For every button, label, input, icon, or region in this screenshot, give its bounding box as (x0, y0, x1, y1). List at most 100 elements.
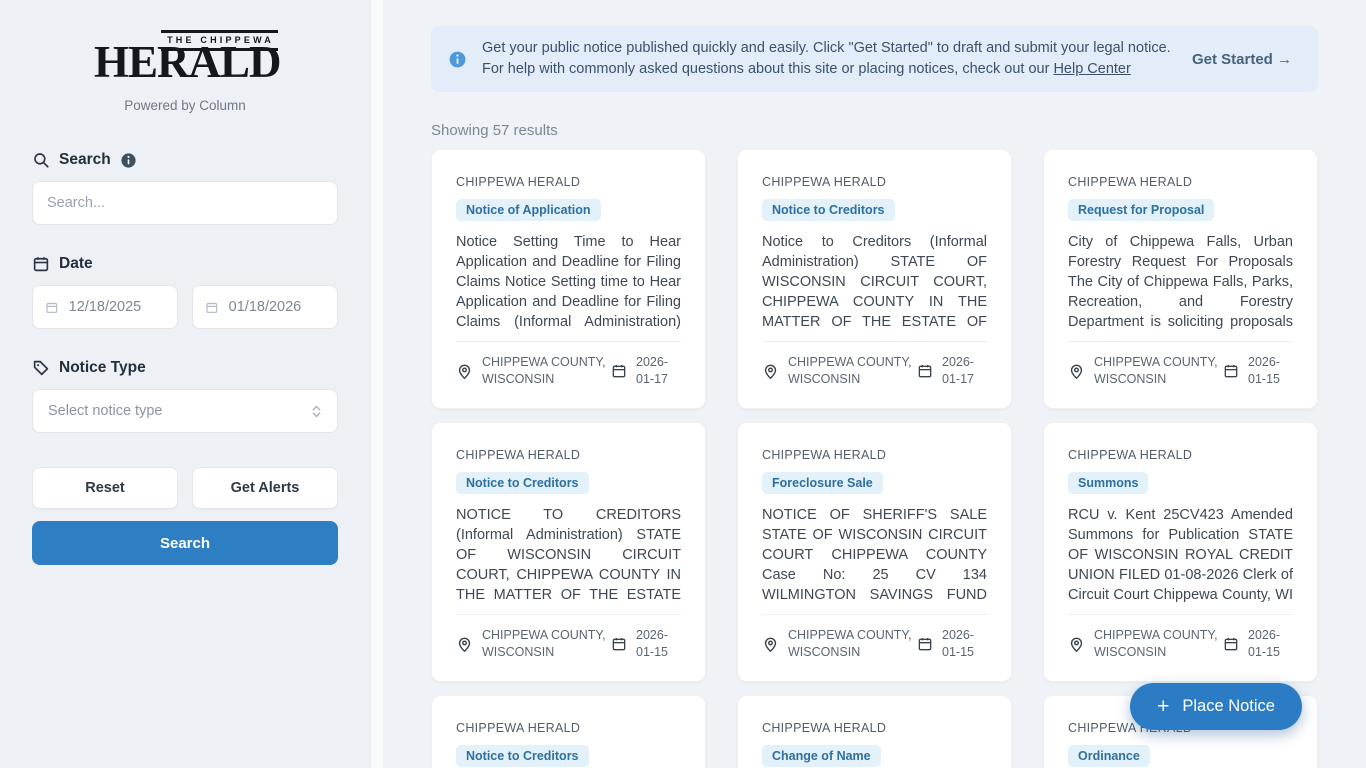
publication-name: CHIPPEWA HERALD (456, 175, 681, 189)
notice-type-select[interactable]: Select notice type (32, 389, 338, 433)
publication-name: CHIPPEWA HERALD (1068, 175, 1293, 189)
notice-location: CHIPPEWA COUNTY, WISCONSIN (456, 354, 611, 388)
location-pin-icon (456, 636, 473, 653)
publication-name: CHIPPEWA HERALD (456, 721, 681, 735)
calendar-icon (917, 363, 933, 379)
search-label: Search (59, 151, 111, 169)
newspaper-logo: THE CHIPPEWA HERALD (94, 30, 276, 85)
start-date-input[interactable] (69, 299, 165, 315)
calendar-icon (32, 255, 50, 273)
location-pin-icon (1068, 363, 1085, 380)
card-footer: CHIPPEWA COUNTY, WISCONSIN 2026-01-15 (456, 614, 681, 661)
get-alerts-button[interactable]: Get Alerts (192, 467, 338, 509)
date-range-row (32, 285, 338, 329)
get-started-link[interactable]: Get Started → (1192, 51, 1292, 68)
notice-date: 2026-01-17 (917, 354, 987, 388)
powered-by-text: Powered by Column (32, 98, 338, 113)
notice-date: 2026-01-15 (917, 627, 987, 661)
card-footer: CHIPPEWA COUNTY, WISCONSIN 2026-01-15 (1068, 614, 1293, 661)
reset-button[interactable]: Reset (32, 467, 178, 509)
notice-location: CHIPPEWA COUNTY, WISCONSIN (1068, 627, 1223, 661)
notice-card[interactable]: CHIPPEWA HERALD Change of Name (737, 695, 1012, 768)
notice-location: CHIPPEWA COUNTY, WISCONSIN (1068, 354, 1223, 388)
location-pin-icon (1068, 636, 1085, 653)
date-section-label: Date (32, 255, 338, 273)
search-input[interactable] (32, 181, 338, 225)
banner-message: Get your public notice published quickly… (482, 38, 1177, 80)
notice-type-badge: Notice to Creditors (456, 472, 589, 494)
notice-card[interactable]: CHIPPEWA HERALD Request for Proposal Cit… (1043, 149, 1318, 409)
notice-preview-text: NOTICE TO CREDITORS (Informal Administra… (456, 505, 681, 602)
notice-type-badge: Notice to Creditors (456, 745, 589, 767)
notice-date: 2026-01-15 (611, 627, 681, 661)
date-text: 2026-01-15 (942, 627, 987, 661)
notice-type-badge: Notice to Creditors (762, 199, 895, 221)
notices-grid: CHIPPEWA HERALD Notice of Application No… (431, 149, 1318, 768)
calendar-icon (1223, 363, 1239, 379)
sidebar-scrollbar-track[interactable] (370, 0, 383, 768)
tag-icon (32, 359, 50, 377)
help-center-link[interactable]: Help Center (1053, 61, 1130, 77)
location-pin-icon (456, 363, 473, 380)
filter-actions-row: Reset Get Alerts (32, 467, 338, 509)
notice-type-selected-value: Select notice type (48, 403, 162, 419)
notice-preview-text: Notice to Creditors (Informal Administra… (762, 232, 987, 329)
date-text: 2026-01-15 (1248, 354, 1293, 388)
results-main-area: Get your public notice published quickly… (383, 0, 1366, 768)
notice-date: 2026-01-15 (1223, 627, 1293, 661)
location-text: CHIPPEWA COUNTY, WISCONSIN (482, 627, 611, 661)
info-circle-icon (448, 50, 467, 69)
notice-type-badge: Summons (1068, 472, 1148, 494)
notice-type-badge: Ordinance (1068, 745, 1150, 767)
calendar-icon (45, 299, 59, 316)
filters-sidebar: THE CHIPPEWA HERALD Powered by Column Se… (0, 0, 370, 768)
card-footer: CHIPPEWA COUNTY, WISCONSIN 2026-01-17 (762, 341, 987, 388)
plus-icon: + (1157, 696, 1169, 717)
calendar-icon (611, 363, 627, 379)
end-date-field[interactable] (192, 285, 338, 329)
location-pin-icon (762, 636, 779, 653)
notice-type-badge: Change of Name (762, 745, 881, 767)
notice-location: CHIPPEWA COUNTY, WISCONSIN (762, 354, 917, 388)
notice-card[interactable]: CHIPPEWA HERALD Summons RCU v. Kent 25CV… (1043, 422, 1318, 682)
date-text: 2026-01-17 (636, 354, 681, 388)
start-date-field[interactable] (32, 285, 178, 329)
calendar-icon (611, 636, 627, 652)
notice-location: CHIPPEWA COUNTY, WISCONSIN (762, 627, 917, 661)
publication-name: CHIPPEWA HERALD (456, 448, 681, 462)
notice-card[interactable]: CHIPPEWA HERALD Notice to Creditors NOTI… (431, 422, 706, 682)
search-button[interactable]: Search (32, 521, 338, 565)
search-icon (32, 151, 50, 169)
notice-date: 2026-01-17 (611, 354, 681, 388)
publication-name: CHIPPEWA HERALD (762, 448, 987, 462)
calendar-icon (205, 299, 219, 316)
chevron-up-down-icon (309, 404, 324, 419)
date-text: 2026-01-17 (942, 354, 987, 388)
get-started-banner: Get your public notice published quickly… (431, 26, 1318, 92)
date-text: 2026-01-15 (636, 627, 681, 661)
calendar-icon (1223, 636, 1239, 652)
notice-card[interactable]: CHIPPEWA HERALD Notice to Creditors Noti… (737, 149, 1012, 409)
notice-type-badge: Foreclosure Sale (762, 472, 883, 494)
notice-card[interactable]: CHIPPEWA HERALD Foreclosure Sale NOTICE … (737, 422, 1012, 682)
logo-kicker: THE CHIPPEWA (161, 30, 278, 51)
card-footer: CHIPPEWA COUNTY, WISCONSIN 2026-01-15 (1068, 341, 1293, 388)
end-date-input[interactable] (229, 299, 325, 315)
search-section-label: Search (32, 151, 338, 169)
place-notice-button[interactable]: + Place Notice (1130, 683, 1302, 730)
date-label: Date (59, 255, 93, 273)
notice-card[interactable]: CHIPPEWA HERALD Notice of Application No… (431, 149, 706, 409)
location-text: CHIPPEWA COUNTY, WISCONSIN (1094, 354, 1223, 388)
info-icon[interactable] (120, 152, 137, 169)
notice-card[interactable]: CHIPPEWA HERALD Notice to Creditors (431, 695, 706, 768)
location-text: CHIPPEWA COUNTY, WISCONSIN (788, 354, 917, 388)
notice-type-label: Notice Type (59, 359, 146, 377)
notice-type-section-label: Notice Type (32, 359, 338, 377)
publication-name: CHIPPEWA HERALD (762, 175, 987, 189)
publication-name: CHIPPEWA HERALD (1068, 448, 1293, 462)
location-text: CHIPPEWA COUNTY, WISCONSIN (1094, 627, 1223, 661)
results-count: Showing 57 results (431, 122, 1318, 139)
notice-type-badge: Notice of Application (456, 199, 601, 221)
notice-preview-text: RCU v. Kent 25CV423 Amended Summons for … (1068, 505, 1293, 602)
notice-location: CHIPPEWA COUNTY, WISCONSIN (456, 627, 611, 661)
